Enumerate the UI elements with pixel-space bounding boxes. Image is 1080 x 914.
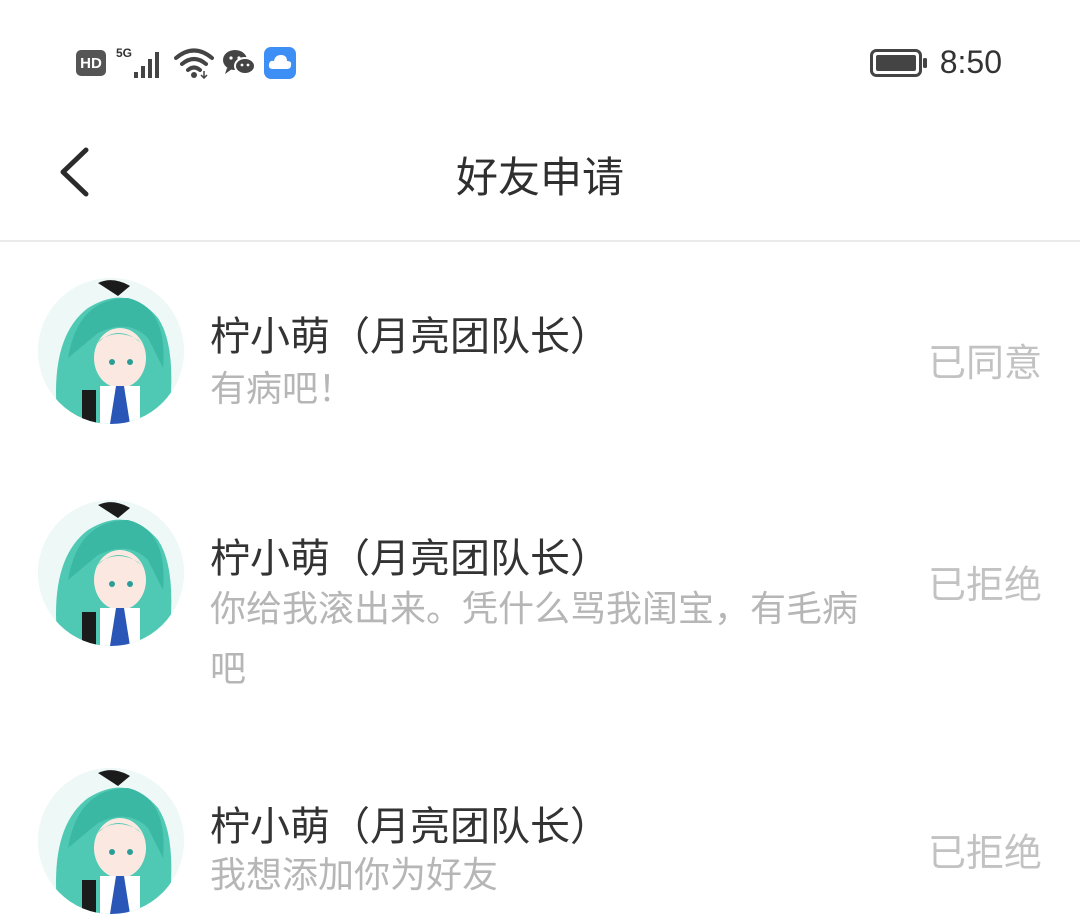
avatar[interactable] xyxy=(38,768,184,914)
avatar[interactable] xyxy=(38,278,184,424)
cloud-app-icon xyxy=(264,47,296,79)
hd-icon: HD xyxy=(76,50,106,76)
cellular-signal-icon: 5G xyxy=(114,46,166,80)
request-status: 已同意 xyxy=(927,341,1042,385)
friend-request-item[interactable]: 柠小萌（月亮团队长） 有病吧！ 已同意 xyxy=(0,260,1080,460)
avatar[interactable] xyxy=(38,500,184,646)
friend-request-item[interactable]: 柠小萌（月亮团队长） 你给我滚出来。凭什么骂我闺宝，有毛病吧 已拒绝 xyxy=(0,480,1080,720)
status-time: 8:50 xyxy=(939,44,1002,80)
status-bar: HD 5G 8:50 xyxy=(0,0,1080,120)
request-message: 你给我滚出来。凭什么骂我闺宝，有毛病吧 xyxy=(210,589,859,690)
status-bar-left: HD 5G xyxy=(76,46,296,80)
nav-header: 好友申请 xyxy=(0,120,1080,242)
page-title: 好友申请 xyxy=(455,153,624,202)
requester-name: 柠小萌（月亮团队长） xyxy=(210,314,610,360)
wifi-icon xyxy=(174,48,214,79)
hd-label: HD xyxy=(80,54,102,72)
requester-name: 柠小萌（月亮团队长） xyxy=(210,536,610,582)
friend-request-item[interactable]: 柠小萌（月亮团队长） 我想添加你为好友 已拒绝 xyxy=(0,748,1080,914)
status-bar-right: 8:50 xyxy=(869,44,1002,81)
request-message: 我想添加你为好友 xyxy=(210,855,499,896)
request-status: 已拒绝 xyxy=(927,831,1042,875)
request-status: 已拒绝 xyxy=(927,563,1042,607)
requester-name: 柠小萌（月亮团队长） xyxy=(210,804,610,850)
battery-icon xyxy=(869,48,927,77)
wechat-icon xyxy=(223,50,256,75)
request-message: 有病吧！ xyxy=(210,369,355,410)
